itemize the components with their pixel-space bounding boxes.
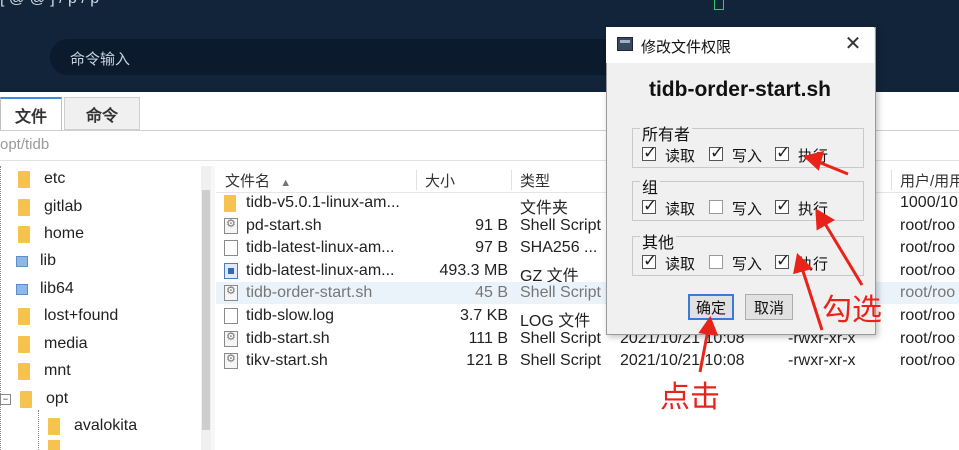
annotation-arrowhead [802,150,825,171]
annotation-arrowhead [793,252,813,275]
annotation-arrowhead [815,208,835,231]
annotation-click-note: 点击 [660,381,720,414]
annotation-arrow [698,329,710,373]
annotation-arrow [822,221,864,286]
annotation-check-note: 勾选 [822,294,882,327]
annotation-arrow [800,267,824,331]
annotation-arrowhead [698,315,719,336]
annotation-arrows [698,150,864,373]
